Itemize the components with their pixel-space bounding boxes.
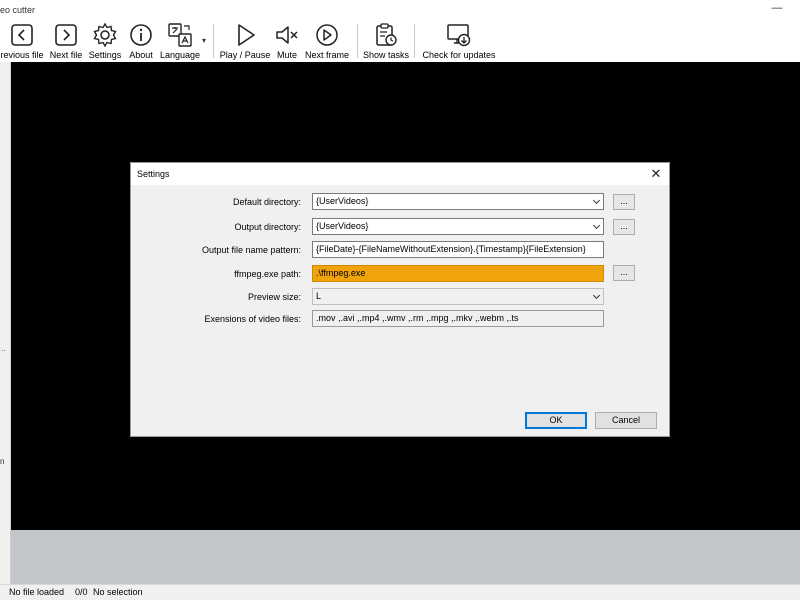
show-tasks-button[interactable]: Show tasks <box>362 22 410 62</box>
dialog-title: Settings <box>137 169 170 179</box>
video-extensions-label: Exensions of video files: <box>204 314 301 324</box>
check-for-updates-button[interactable]: Check for updates <box>420 22 498 62</box>
file-status: No file loaded <box>9 587 65 597</box>
clipboard-clock-icon <box>376 23 397 46</box>
preview-size-combo[interactable]: L <box>312 288 604 305</box>
selection-status: No selection <box>93 587 143 597</box>
left-panel-mark: .. <box>1 344 6 353</box>
settings-dialog: Settings ✕ Default directory: {UserVideo… <box>130 162 670 437</box>
play-pause-label: Play / Pause <box>219 50 271 60</box>
output-directory-combo[interactable]: {UserVideos} <box>312 218 604 235</box>
frame-counter: 0/0 <box>75 587 88 597</box>
window-title: eo cutter <box>0 5 36 15</box>
dialog-title-bar: Settings ✕ <box>131 163 669 185</box>
info-icon <box>130 24 152 46</box>
close-button[interactable]: ✕ <box>647 165 665 183</box>
mute-label: Mute <box>276 50 297 60</box>
toolbar-separator <box>414 24 415 58</box>
default-directory-combo[interactable]: {UserVideos} <box>312 193 604 210</box>
output-directory-label: Output directory: <box>234 222 301 232</box>
language-button[interactable]: Language <box>160 22 200 62</box>
next-file-button[interactable]: Next file <box>48 22 84 62</box>
next-frame-label: Next frame <box>304 50 349 60</box>
timeline-area[interactable] <box>11 530 800 584</box>
toolbar-separator <box>213 24 214 58</box>
status-bar: No file loaded 0/0 No selection <box>0 584 800 600</box>
show-tasks-label: Show tasks <box>362 50 410 60</box>
mute-button[interactable]: Mute <box>273 22 301 62</box>
check-for-updates-label: Check for updates <box>422 50 496 60</box>
about-button[interactable]: About <box>126 22 156 62</box>
translate-icon <box>168 23 192 47</box>
monitor-download-icon <box>447 24 471 47</box>
output-directory-browse-button[interactable]: ... <box>613 219 635 235</box>
gear-icon <box>93 22 117 48</box>
ffmpeg-path-label: ffmpeg.exe path: <box>234 269 301 279</box>
toolbar-separator <box>357 24 358 58</box>
toolbar: revious file Next file Settings About La… <box>0 20 800 62</box>
language-label: Language <box>159 50 201 60</box>
output-pattern-input[interactable]: {FileDate}-{FileNameWithoutExtension}.{T… <box>312 241 604 258</box>
settings-label: Settings <box>88 50 122 60</box>
left-panel-strip: .. n <box>0 62 11 584</box>
previous-file-label: revious file <box>0 50 44 60</box>
output-pattern-label: Output file name pattern: <box>201 245 301 255</box>
default-directory-browse-button[interactable]: ... <box>613 194 635 210</box>
next-file-label: Next file <box>49 50 83 60</box>
minimize-button[interactable]: — <box>770 2 784 14</box>
cancel-button[interactable]: Cancel <box>595 412 657 429</box>
default-directory-label: Default directory: <box>232 197 301 207</box>
settings-button[interactable]: Settings <box>88 22 122 62</box>
ffmpeg-path-input[interactable]: .\ffmpeg.exe <box>312 265 604 282</box>
preview-size-label: Preview size: <box>247 292 301 302</box>
video-extensions-input[interactable]: .mov ,.avi ,.mp4 ,.wmv ,.rm ,.mpg ,.mkv … <box>312 310 604 327</box>
ok-button[interactable]: OK <box>525 412 587 429</box>
language-dropdown-arrow[interactable]: ▾ <box>202 36 206 45</box>
chevron-right-icon <box>55 24 77 46</box>
next-frame-button[interactable]: Next frame <box>303 22 351 62</box>
ffmpeg-path-browse-button[interactable]: ... <box>613 265 635 281</box>
title-bar: eo cutter — <box>0 0 800 20</box>
mute-icon <box>276 26 298 44</box>
play-pause-button[interactable]: Play / Pause <box>220 22 270 62</box>
about-label: About <box>129 50 153 60</box>
chevron-left-icon <box>11 24 33 46</box>
left-panel-letter: n <box>0 457 5 466</box>
next-frame-icon <box>316 24 338 46</box>
previous-file-button[interactable]: revious file <box>0 22 44 62</box>
play-icon <box>238 24 255 46</box>
